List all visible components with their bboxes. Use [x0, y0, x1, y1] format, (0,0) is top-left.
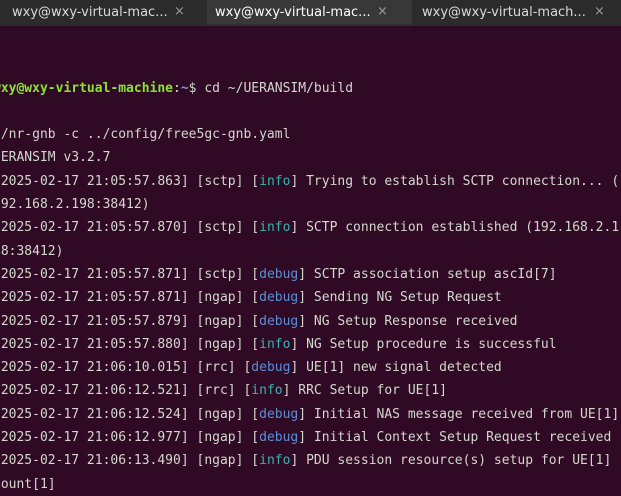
log-level: info	[259, 220, 291, 236]
tab-terminal-3[interactable]: wxy@wxy-virtual-mach... ×	[414, 0, 619, 26]
log-message: NG Setup Response received	[306, 313, 518, 329]
line-text: 98:38412)	[0, 243, 64, 259]
log-open-bracket: [	[251, 453, 260, 469]
log-close-bracket: ]	[290, 453, 299, 469]
prompt-command: cd ~/UERANSIM/build	[196, 80, 354, 96]
terminal-line: count[1]	[0, 473, 621, 496]
log-module: [sctp]	[196, 220, 252, 236]
line-text: 192.168.2.198:38412)	[0, 197, 150, 213]
log-open-bracket: [	[251, 173, 260, 189]
log-module: [sctp]	[196, 266, 252, 282]
log-open-bracket: [	[251, 430, 260, 446]
log-message: PDU session resource(s) setup for UE[1]	[298, 453, 612, 469]
log-module: [sctp]	[196, 173, 252, 189]
tab-title: wxy@wxy-virtual-mac...	[12, 5, 168, 20]
terminal-line: [2025-02-17 21:05:57.870] [sctp] [info] …	[0, 216, 621, 239]
terminal-line: [2025-02-17 21:06:10.015] [rrc] [debug] …	[0, 356, 621, 379]
terminal-line: [2025-02-17 21:05:57.871] [ngap] [debug]…	[0, 286, 621, 309]
log-open-bracket: [	[251, 220, 260, 236]
log-timestamp: [2025-02-17 21:05:57.880]	[0, 336, 197, 352]
prompt-colon: :	[173, 80, 181, 96]
tab-terminal-2[interactable]: wxy@wxy-virtual-mac... ×	[207, 0, 412, 26]
close-icon[interactable]: ×	[174, 4, 185, 19]
prompt-user-host: wxy@wxy-virtual-machine	[0, 80, 174, 96]
tab-title: wxy@wxy-virtual-mach...	[422, 5, 586, 20]
log-level: debug	[251, 360, 291, 376]
terminal-line: ./nr-gnb -c ../config/free5gc-gnb.yaml	[0, 123, 621, 146]
log-level: debug	[259, 266, 299, 282]
log-timestamp: [2025-02-17 21:06:10.015]	[0, 360, 197, 376]
prompt-symbol: $	[188, 80, 197, 96]
log-message: Sending NG Setup Request	[306, 290, 502, 306]
log-message: Initial Context Setup Request received	[306, 430, 612, 446]
line-text: UERANSIM v3.2.7	[0, 150, 111, 166]
log-module: [rrc]	[196, 383, 244, 399]
terminal-line: [2025-02-17 21:06:13.490] [ngap] [info] …	[0, 449, 621, 472]
line-text: ./nr-gnb -c ../config/free5gc-gnb.yaml	[0, 127, 291, 143]
log-level: debug	[259, 290, 299, 306]
terminal-line: 98:38412)	[0, 240, 621, 263]
terminal-line: [2025-02-17 21:05:57.863] [sctp] [info] …	[0, 170, 621, 193]
terminal-line: [2025-02-17 21:06:12.521] [rrc] [info] R…	[0, 379, 621, 402]
log-level: debug	[259, 430, 299, 446]
log-message: RRC Setup for UE[1]	[290, 383, 447, 399]
terminal-output[interactable]: wxy@wxy-virtual-machine:~$ cd ~/UERANSIM…	[0, 30, 621, 496]
terminal-line: [2025-02-17 21:05:57.879] [ngap] [debug]…	[0, 310, 621, 333]
log-close-bracket: ]	[298, 313, 307, 329]
prompt-line: wxy@wxy-virtual-machine:~$ cd ~/UERANSIM…	[0, 77, 621, 100]
tab-title: wxy@wxy-virtual-mac...	[215, 5, 371, 20]
log-level: info	[259, 336, 291, 352]
terminal-line: [2025-02-17 21:05:57.871] [sctp] [debug]…	[0, 263, 621, 286]
log-timestamp: [2025-02-17 21:05:57.871]	[0, 290, 197, 306]
log-message: SCTP association setup ascId[7]	[306, 266, 557, 282]
close-icon[interactable]: ×	[594, 4, 605, 19]
log-module: [ngap]	[196, 290, 252, 306]
terminal-line: UERANSIM v3.2.7	[0, 146, 621, 169]
log-level: info	[259, 453, 291, 469]
prompt-path: ~	[180, 80, 189, 96]
log-timestamp: [2025-02-17 21:05:57.879]	[0, 313, 197, 329]
log-module: [rrc]	[196, 360, 244, 376]
line-text: count[1]	[0, 476, 56, 492]
log-timestamp: [2025-02-17 21:05:57.870]	[0, 220, 197, 236]
log-timestamp: [2025-02-17 21:06:12.977]	[0, 430, 197, 446]
terminal-line: 192.168.2.198:38412)	[0, 193, 621, 216]
terminal-line: [2025-02-17 21:05:57.880] [ngap] [info] …	[0, 333, 621, 356]
log-message: UE[1] new signal detected	[298, 360, 502, 376]
log-module: [ngap]	[196, 313, 252, 329]
close-icon[interactable]: ×	[377, 4, 388, 19]
log-timestamp: [2025-02-17 21:06:12.521]	[0, 383, 197, 399]
log-close-bracket: ]	[298, 430, 307, 446]
tab-terminal-1[interactable]: wxy@wxy-virtual-mac... ×	[0, 0, 205, 26]
log-level: info	[259, 173, 291, 189]
log-level: info	[251, 383, 283, 399]
log-level: debug	[259, 313, 299, 329]
terminal-line: [2025-02-17 21:06:12.524] [ngap] [debug]…	[0, 403, 621, 426]
log-timestamp: [2025-02-17 21:05:57.863]	[0, 173, 197, 189]
log-open-bracket: [	[251, 290, 260, 306]
log-module: [ngap]	[196, 453, 252, 469]
log-open-bracket: [	[251, 313, 260, 329]
log-open-bracket: [	[251, 336, 260, 352]
terminal-line: [2025-02-17 21:06:12.977] [ngap] [debug]…	[0, 426, 621, 449]
log-open-bracket: [	[251, 266, 260, 282]
log-timestamp: [2025-02-17 21:05:57.871]	[0, 266, 197, 282]
log-module: [ngap]	[196, 430, 252, 446]
tab-bar: wxy@wxy-virtual-mac... × wxy@wxy-virtual…	[0, 0, 621, 26]
log-module: [ngap]	[196, 336, 252, 352]
log-close-bracket: ]	[298, 266, 307, 282]
log-close-bracket: ]	[298, 290, 307, 306]
log-message: Trying to establish SCTP connection... (	[298, 173, 620, 189]
log-message: NG Setup procedure is successful	[298, 336, 557, 352]
log-timestamp: [2025-02-17 21:06:13.490]	[0, 453, 197, 469]
log-message: SCTP connection established (192.168.2.1	[298, 220, 620, 236]
